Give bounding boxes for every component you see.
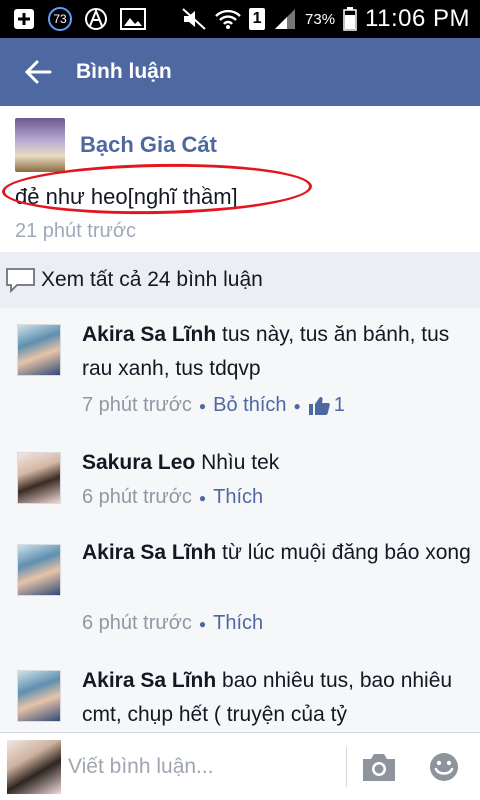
comment-time: 7 phút trước bbox=[82, 394, 192, 416]
comment-time: 6 phút trước bbox=[82, 486, 192, 508]
comment-body: Akira Sa Lĩnh bao nhiêu tus, bao nhiêu c… bbox=[82, 664, 472, 732]
avatar[interactable] bbox=[17, 544, 61, 596]
mute-icon bbox=[181, 7, 207, 31]
comment-text: Nhìu tek bbox=[201, 451, 280, 474]
comment-author[interactable]: Akira Sa Lĩnh bbox=[82, 541, 216, 564]
avatar[interactable] bbox=[17, 670, 61, 722]
back-button[interactable] bbox=[0, 38, 76, 106]
battery-icon bbox=[343, 7, 357, 31]
like-button[interactable]: Thích bbox=[213, 612, 263, 635]
comment-body: Akira Sa Lĩnh từ lúc muội đăng báo xong bbox=[82, 536, 472, 570]
view-all-comments[interactable]: Xem tất cả 24 bình luận bbox=[0, 252, 480, 308]
comment-author[interactable]: Sakura Leo bbox=[82, 451, 195, 474]
unlike-button[interactable]: Bỏ thích bbox=[213, 394, 286, 417]
comment-meta: 7 phút trước ● Bỏ thích ● 1 bbox=[82, 394, 345, 417]
comment-body: Akira Sa Lĩnh tus này, tus ăn bánh, tus … bbox=[82, 318, 472, 386]
plus-box-icon bbox=[12, 7, 36, 31]
post-timestamp: 21 phút trước bbox=[15, 220, 137, 242]
app-header: Bình luận bbox=[0, 38, 480, 106]
comment-text: từ lúc muội đăng báo xong bbox=[222, 541, 471, 564]
status-bar: 73 1 73% 11:06 PM bbox=[0, 0, 480, 38]
notification-count-badge: 73 bbox=[48, 7, 72, 31]
avatar bbox=[7, 740, 61, 794]
comment-body: Sakura Leo Nhìu tek bbox=[82, 446, 472, 480]
post-author[interactable]: Bạch Gia Cát bbox=[80, 132, 217, 158]
comment-author[interactable]: Akira Sa Lĩnh bbox=[82, 323, 216, 346]
emoji-icon[interactable] bbox=[428, 751, 460, 783]
back-arrow-icon bbox=[24, 60, 52, 84]
comment-author[interactable]: Akira Sa Lĩnh bbox=[82, 669, 216, 692]
comment-composer bbox=[0, 732, 480, 800]
sim-slot-indicator: 1 bbox=[249, 8, 266, 30]
comment-input[interactable] bbox=[68, 747, 338, 787]
wifi-icon bbox=[215, 8, 241, 30]
comment-meta: 6 phút trước ● Thích bbox=[82, 612, 264, 635]
battery-percent: 73% bbox=[305, 10, 336, 28]
page-title: Bình luận bbox=[76, 60, 172, 83]
avatar[interactable] bbox=[17, 452, 61, 504]
comment-meta: 6 phút trước ● Thích bbox=[82, 486, 264, 509]
comment-bubble-icon bbox=[6, 268, 35, 294]
signal-icon bbox=[273, 8, 297, 30]
image-icon bbox=[120, 8, 146, 30]
like-count: 1 bbox=[333, 394, 345, 416]
avatar[interactable] bbox=[15, 118, 65, 172]
avatar[interactable] bbox=[17, 324, 61, 376]
anarchy-icon bbox=[84, 7, 108, 31]
comment-time: 6 phút trước bbox=[82, 612, 192, 634]
view-all-label: Xem tất cả 24 bình luận bbox=[41, 268, 263, 291]
like-button[interactable]: Thích bbox=[213, 486, 263, 509]
thumbs-up-icon bbox=[308, 396, 330, 415]
divider bbox=[346, 747, 347, 787]
comment-list: Akira Sa Lĩnh tus này, tus ăn bánh, tus … bbox=[0, 308, 480, 732]
clock: 11:06 PM bbox=[365, 5, 470, 32]
camera-icon[interactable] bbox=[360, 751, 398, 783]
